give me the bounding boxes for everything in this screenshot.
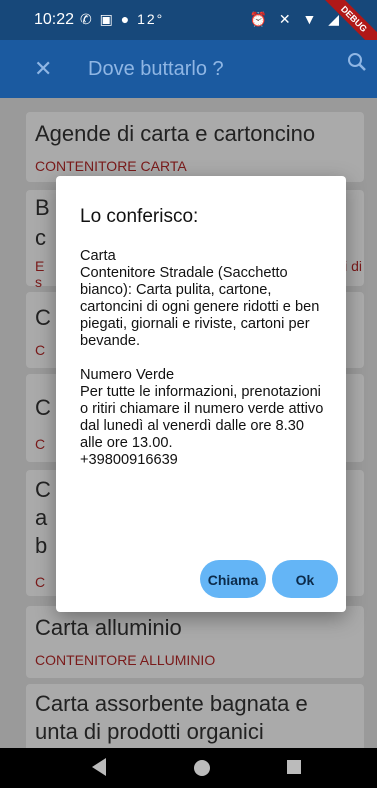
item-category: E [35, 258, 45, 274]
list-item[interactable]: Carta assorbente bagnata e unta di prodo… [26, 684, 364, 748]
item-name: Carta assorbente bagnata e [35, 691, 308, 716]
item-name-line3: b [35, 533, 48, 558]
dialog-title: Lo conferisco: [80, 206, 199, 227]
status-bar: 10:22 ✆ ▣ ● 12° ⏰ ✕ ▼ ◢ DEBUG [0, 0, 377, 56]
item-name: B [35, 195, 50, 220]
item-name-line2: c [35, 225, 46, 250]
search-icon[interactable] [347, 52, 367, 78]
back-icon[interactable] [92, 758, 106, 776]
item-category: C [35, 342, 46, 358]
item-category: CONTENITORE ALLUMINIO [35, 652, 216, 668]
app-title: Dove buttarlo ? [88, 58, 224, 80]
disposal-info-dialog: Lo conferisco: Carta Contenitore Stradal… [56, 176, 346, 612]
status-time: 10:22 [34, 11, 75, 28]
item-name: Carta alluminio [35, 615, 182, 640]
system-status-icons: ⏰ ✕ ▼ ◢ [249, 11, 343, 27]
item-category-line2: s [35, 274, 42, 290]
home-icon[interactable] [194, 760, 210, 776]
item-category: C [35, 574, 46, 590]
item-category: C [35, 436, 46, 452]
close-icon[interactable]: ✕ [34, 56, 52, 82]
list-item[interactable]: Carta alluminio CONTENITORE ALLUMINIO [26, 606, 364, 678]
ok-button[interactable]: Ok [272, 560, 338, 598]
list-item[interactable]: Agende di carta e cartoncino CONTENITORE… [26, 112, 364, 182]
item-category: CONTENITORE CARTA [35, 158, 187, 174]
item-name-line2: unta di prodotti organici [35, 719, 264, 744]
item-name: C [35, 395, 51, 420]
item-name-line2: a [35, 505, 48, 530]
dialog-body: Carta Contenitore Stradale (Sacchetto bi… [80, 248, 324, 468]
app-bar: ✕ Dove buttarlo ? [0, 40, 377, 98]
call-button[interactable]: Chiama [200, 560, 266, 598]
recent-apps-icon[interactable] [287, 760, 301, 774]
notification-icons: ✆ ▣ ● 12° [80, 11, 165, 27]
system-nav-bar [0, 748, 377, 788]
item-name: C [35, 305, 51, 330]
item-name: Agende di carta e cartoncino [35, 121, 316, 146]
item-name: C [35, 477, 51, 502]
